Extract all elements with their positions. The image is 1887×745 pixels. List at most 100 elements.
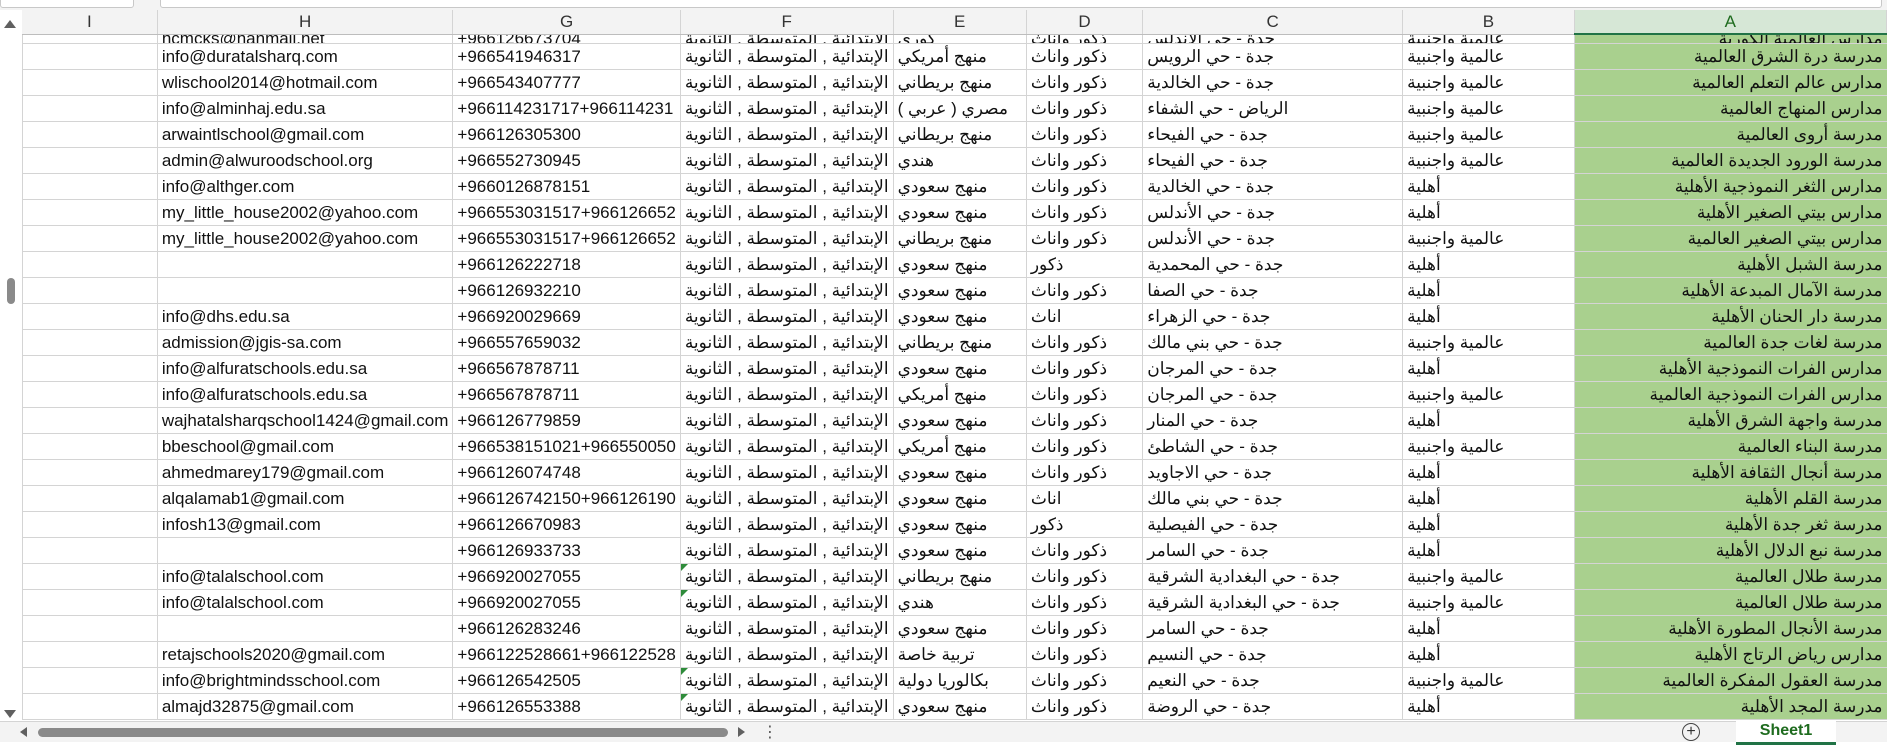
cell-c[interactable]: جدة - حي الصفا: [1142, 277, 1404, 304]
cell-g[interactable]: +966126742150+966126190: [452, 485, 681, 512]
cell-g[interactable]: +966114231717+966114231: [452, 95, 681, 122]
cell-e[interactable]: منهج سعودي: [893, 693, 1027, 720]
cell-d[interactable]: ذكور واناث: [1026, 459, 1144, 486]
cell-c[interactable]: جدة - حي الشاطئ: [1142, 433, 1404, 460]
cell-e[interactable]: منهج بريطاني: [893, 563, 1027, 590]
cell-e[interactable]: منهج بريطاني: [893, 69, 1027, 96]
cell-a[interactable]: مدارس عالم التعلم العالمية: [1574, 69, 1887, 96]
cell-f[interactable]: الإبتدائية , المتوسطة , الثانوية: [680, 511, 894, 538]
cell-i[interactable]: [22, 277, 158, 304]
cell-i[interactable]: [22, 225, 158, 252]
cell-b[interactable]: عالمية واجنبية: [1402, 667, 1575, 694]
column-header-b[interactable]: B: [1402, 10, 1575, 35]
cell-h[interactable]: info@alfuratschools.edu.sa: [157, 381, 454, 408]
cell-e[interactable]: منهج سعودي: [893, 199, 1027, 226]
cell-f[interactable]: الإبتدائية , المتوسطة , الثانوية: [680, 329, 894, 356]
cell-i[interactable]: [22, 693, 158, 720]
cell-a[interactable]: مدارس العالمية الكورية: [1574, 34, 1887, 44]
cell-f[interactable]: الإبتدائية , المتوسطة , الثانوية: [680, 121, 894, 148]
cell-a[interactable]: مدرسة الآمال المبدعة الأهلية: [1574, 277, 1887, 304]
cell-i[interactable]: [22, 121, 158, 148]
cell-d[interactable]: ذكور واناث: [1026, 563, 1144, 590]
cell-b[interactable]: عالمية واجنبية: [1402, 95, 1575, 122]
cell-d[interactable]: ذكور واناث: [1026, 95, 1144, 122]
cell-b[interactable]: أهلية: [1402, 615, 1575, 642]
cell-a[interactable]: مدرسة أروى العالمية: [1574, 121, 1887, 148]
cell-e[interactable]: منهج سعودي: [893, 615, 1027, 642]
cell-e[interactable]: منهج بريطاني: [893, 329, 1027, 356]
cell-e[interactable]: منهج سعودي: [893, 277, 1027, 304]
cell-d[interactable]: ذكور واناث: [1026, 277, 1144, 304]
cell-a[interactable]: مدرسة واجهة الشرق الأهلية: [1574, 407, 1887, 434]
cell-b[interactable]: أهلية: [1402, 511, 1575, 538]
cell-c[interactable]: جدة - حي الاجاويد: [1142, 459, 1404, 486]
cell-d[interactable]: ذكور واناث: [1026, 121, 1144, 148]
cell-c[interactable]: جدة - حي الخالدية: [1142, 173, 1404, 200]
cell-e[interactable]: كوري: [893, 34, 1027, 44]
cell-e[interactable]: منهج سعودي: [893, 511, 1027, 538]
cell-g[interactable]: +966920029669: [452, 303, 681, 330]
cell-h[interactable]: info@althger.com: [157, 173, 454, 200]
cell-g[interactable]: +966552730945: [452, 147, 681, 174]
cell-h[interactable]: admin@alwuroodschool.org: [157, 147, 454, 174]
cell-b[interactable]: أهلية: [1402, 641, 1575, 668]
cell-a[interactable]: مدرسة العقول المفكرة العالمية: [1574, 667, 1887, 694]
cell-c[interactable]: جدة - حي المحمدية: [1142, 251, 1404, 278]
cell-h[interactable]: arwaintlschool@gmail.com: [157, 121, 454, 148]
cell-e[interactable]: منهج سعودي: [893, 251, 1027, 278]
cell-c[interactable]: جدة - حي النعيم: [1142, 667, 1404, 694]
cell-f[interactable]: الإبتدائية , المتوسطة , الثانوية: [680, 277, 894, 304]
cell-f[interactable]: الإبتدائية , المتوسطة , الثانوية: [680, 95, 894, 122]
cell-g[interactable]: +966126305300: [452, 121, 681, 148]
cell-h[interactable]: wajhatalsharqschool1424@gmail.com: [157, 407, 454, 434]
cell-c[interactable]: جدة - حي الخالدية: [1142, 69, 1404, 96]
cell-e[interactable]: منهج سعودي: [893, 485, 1027, 512]
cell-g[interactable]: +966567878711: [452, 381, 681, 408]
column-header-f[interactable]: F: [680, 10, 894, 35]
cell-i[interactable]: [22, 615, 158, 642]
cell-b[interactable]: عالمية واجنبية: [1402, 381, 1575, 408]
cell-h[interactable]: info@talalschool.com: [157, 589, 454, 616]
cell-b[interactable]: أهلية: [1402, 537, 1575, 564]
cell-h[interactable]: info@alfuratschools.edu.sa: [157, 355, 454, 382]
cell-d[interactable]: ذكور واناث: [1026, 381, 1144, 408]
cell-i[interactable]: [22, 433, 158, 460]
cell-f[interactable]: الإبتدائية , المتوسطة , الثانوية: [680, 43, 894, 70]
cell-c[interactable]: جدة - حي بني مالك: [1142, 485, 1404, 512]
scroll-right-icon[interactable]: [738, 727, 745, 737]
cell-f[interactable]: الإبتدائية , المتوسطة , الثانوية: [680, 641, 894, 668]
column-header-c[interactable]: C: [1142, 10, 1404, 35]
cell-e[interactable]: منهج أمريكي: [893, 433, 1027, 460]
cell-g[interactable]: +966538151021+966550050: [452, 433, 681, 460]
cell-i[interactable]: [22, 563, 158, 590]
cell-h[interactable]: wlischool2014@hotmail.com: [157, 69, 454, 96]
cell-i[interactable]: [22, 69, 158, 96]
cell-d[interactable]: ذكور: [1026, 511, 1144, 538]
vertical-scrollbar[interactable]: [0, 10, 23, 720]
cell-c[interactable]: جدة - حي المرجان: [1142, 381, 1404, 408]
cell-d[interactable]: ذكور واناث: [1026, 433, 1144, 460]
scroll-down-icon[interactable]: [4, 710, 16, 718]
cell-f[interactable]: الإبتدائية , المتوسطة , الثانوية: [680, 407, 894, 434]
cell-c[interactable]: جدة - حي البغدادية الشرقية: [1142, 589, 1404, 616]
cell-f[interactable]: الإبتدائية , المتوسطة , الثانوية: [680, 173, 894, 200]
cell-h[interactable]: [157, 537, 454, 564]
cell-c[interactable]: جدة - حي السامر: [1142, 537, 1404, 564]
cell-b[interactable]: عالمية واجنبية: [1402, 329, 1575, 356]
cell-f[interactable]: الإبتدائية , المتوسطة , الثانوية: [680, 34, 894, 44]
cell-e[interactable]: تربية خاصة: [893, 641, 1027, 668]
cell-i[interactable]: [22, 199, 158, 226]
cell-c[interactable]: جدة - حي بني مالك: [1142, 329, 1404, 356]
cell-f[interactable]: الإبتدائية , المتوسطة , الثانوية: [680, 251, 894, 278]
cell-g[interactable]: +966126283246: [452, 615, 681, 642]
cell-b[interactable]: عالمية واجنبية: [1402, 589, 1575, 616]
cell-h[interactable]: info@dhs.edu.sa: [157, 303, 454, 330]
cell-g[interactable]: +966567878711: [452, 355, 681, 382]
cell-b[interactable]: أهلية: [1402, 355, 1575, 382]
cell-e[interactable]: مصري ( عربي ): [893, 95, 1027, 122]
cell-e[interactable]: منهج أمريكي: [893, 43, 1027, 70]
cell-d[interactable]: ذكور واناث: [1026, 667, 1144, 694]
cell-c[interactable]: جدة - حي النسيم: [1142, 641, 1404, 668]
cell-h[interactable]: info@alminhaj.edu.sa: [157, 95, 454, 122]
cell-g[interactable]: +966126670983: [452, 511, 681, 538]
